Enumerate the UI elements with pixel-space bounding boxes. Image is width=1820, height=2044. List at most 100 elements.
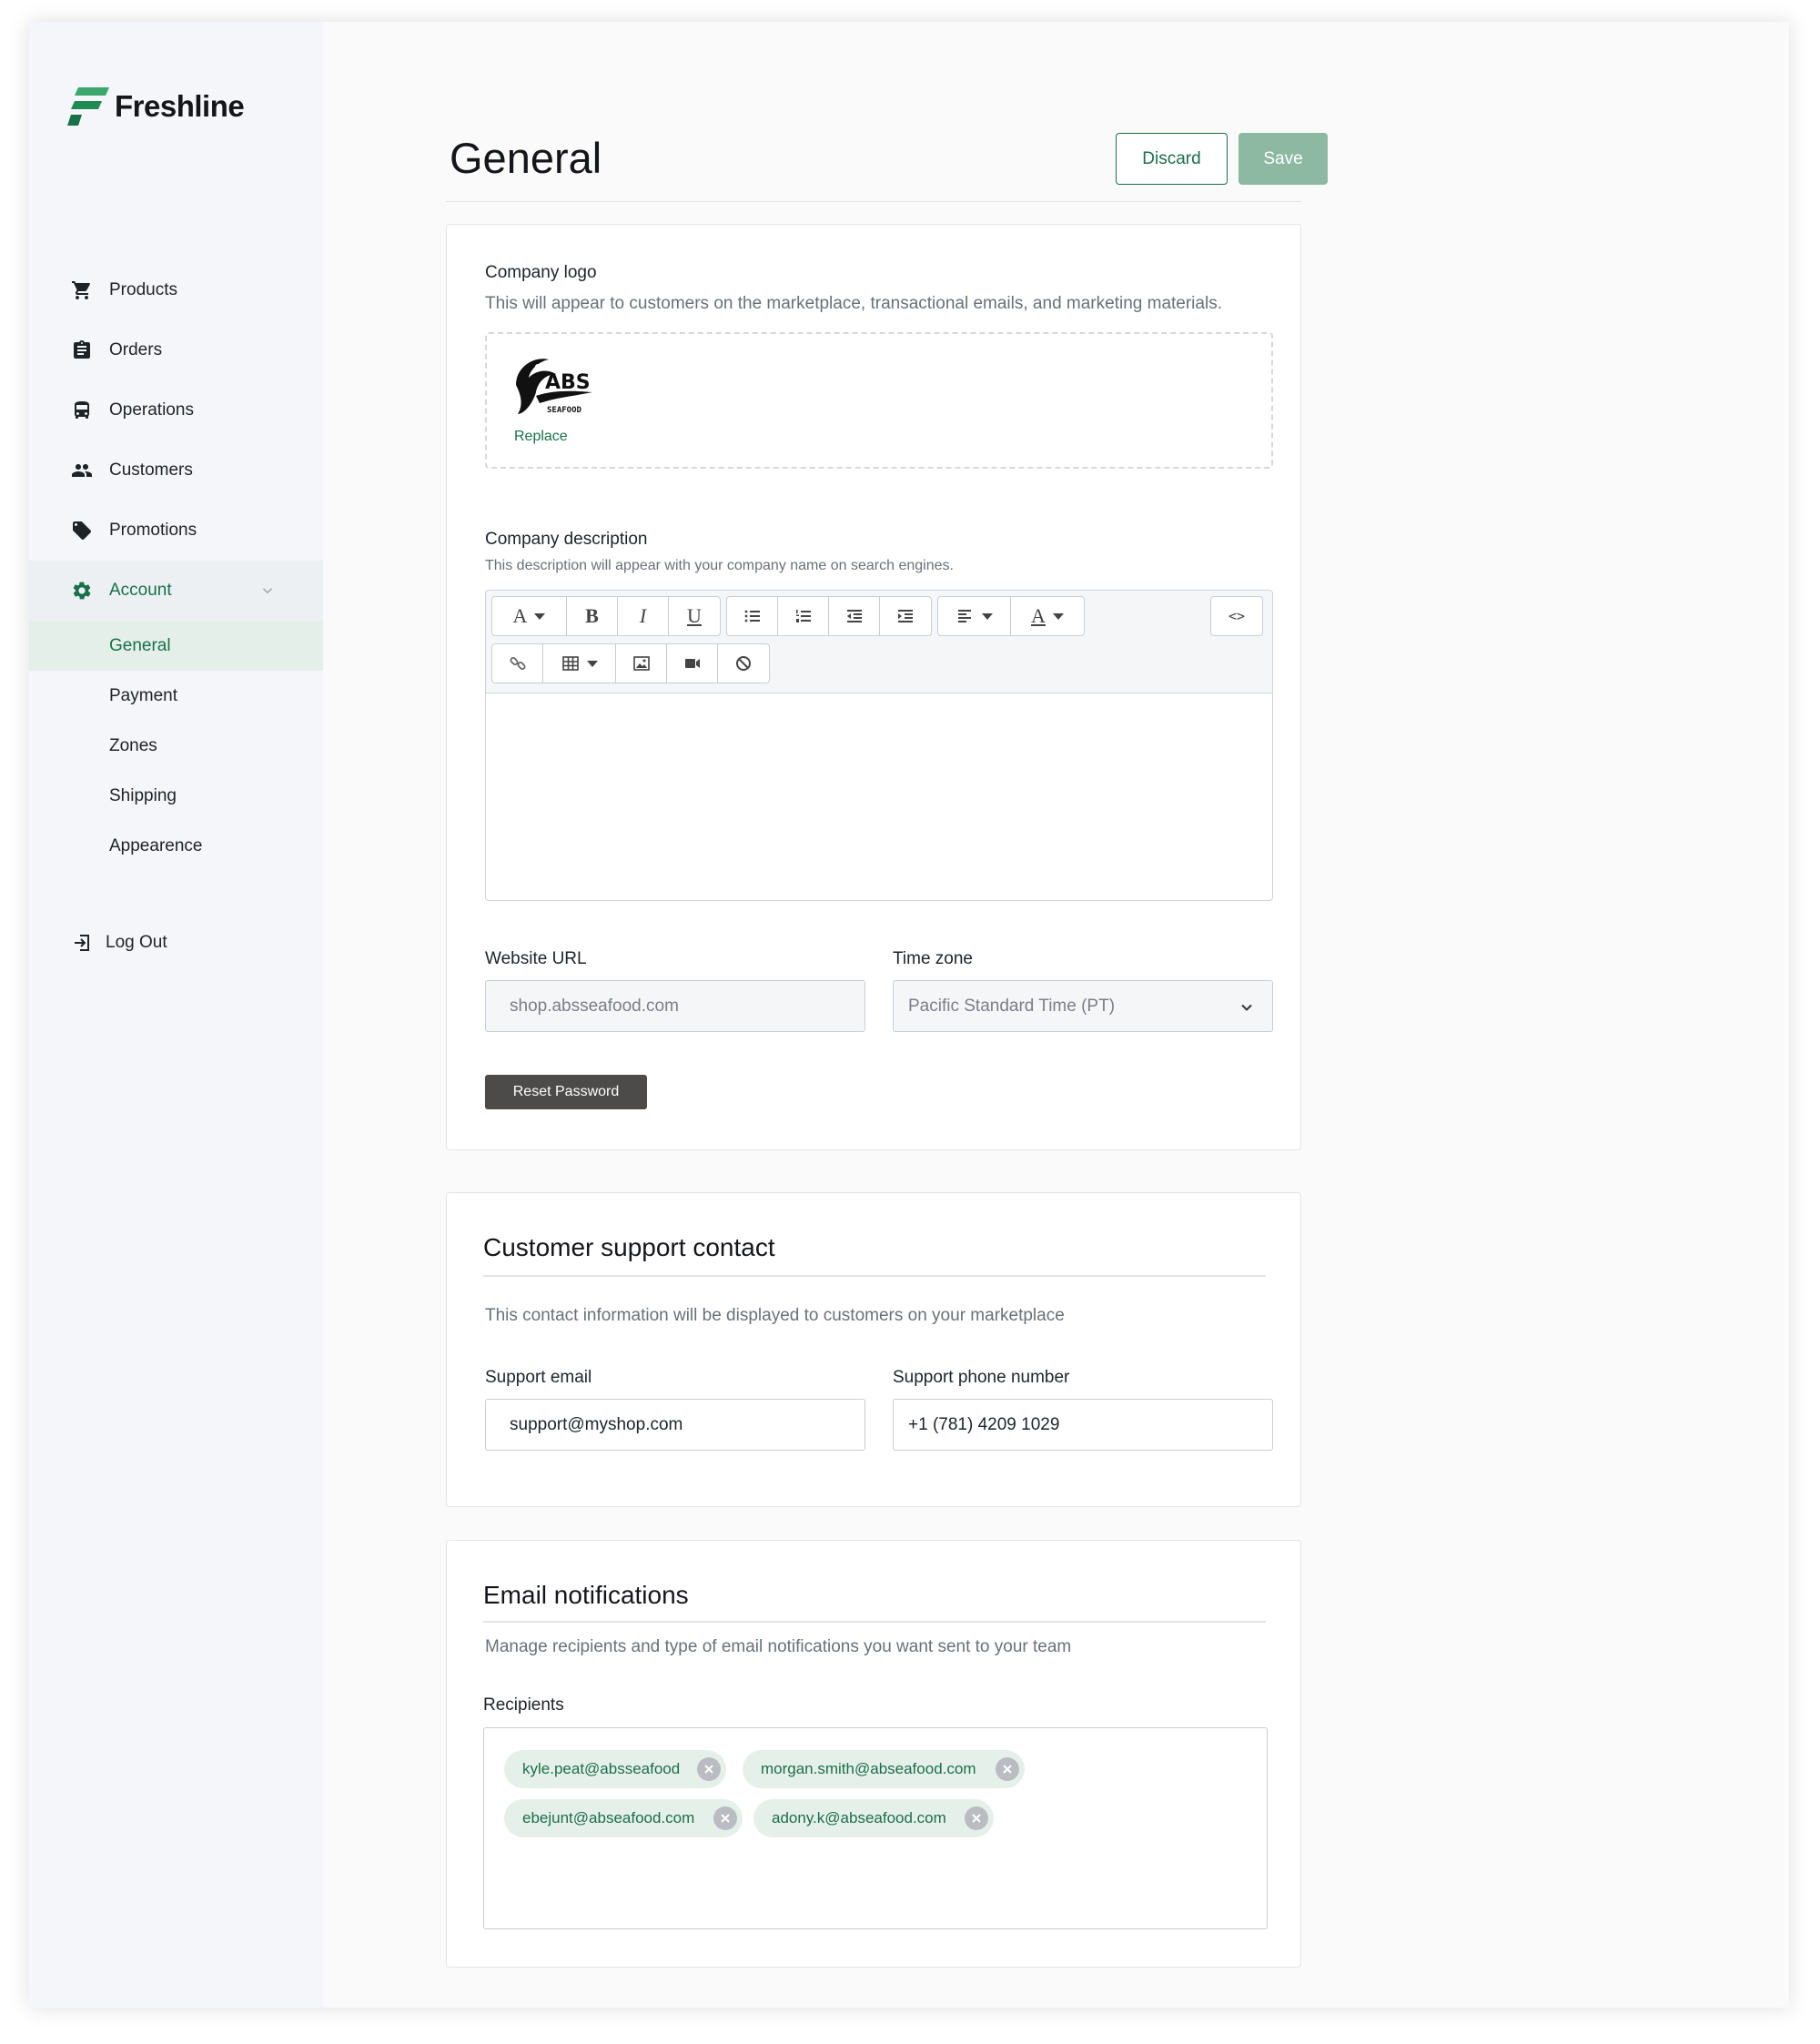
sidebar-subitem-general[interactable]: General (29, 621, 323, 671)
video-button[interactable] (667, 644, 718, 683)
discard-button[interactable]: Discard (1116, 133, 1228, 185)
bus-icon (75, 401, 89, 419)
bold-button[interactable]: B (567, 597, 618, 635)
recipient-email: adony.k@abseafood.com (772, 1809, 946, 1826)
link-icon (510, 657, 525, 670)
logout-label: Log Out (106, 933, 167, 952)
toolbar-group-text: A B I U (491, 596, 721, 636)
reset-password-button[interactable]: Reset Password (485, 1075, 647, 1109)
support-phone-input[interactable]: +1 (781) 4209 1029 (893, 1399, 1273, 1451)
time-zone-label: Time zone (893, 949, 973, 968)
gear-icon (73, 582, 91, 600)
code-view-button[interactable]: <> (1211, 597, 1262, 635)
sidebar-item-account[interactable]: Account (29, 561, 323, 621)
sidebar-nav: Products Orders Operations Customers Pro… (29, 260, 323, 871)
editor-content-area[interactable] (486, 693, 1272, 900)
italic-icon: I (639, 604, 647, 627)
company-description-label: Company description (485, 530, 648, 549)
toolbar-group-format: A (937, 596, 1085, 636)
recipient-chip: ebejunt@abseafood.com (504, 1799, 743, 1837)
recipients-label: Recipients (483, 1695, 564, 1715)
toolbar-group-lists (726, 596, 932, 636)
sidebar-item-promotions[interactable]: Promotions (29, 501, 323, 561)
clear-format-button[interactable] (718, 644, 769, 683)
clear-format-icon (736, 656, 751, 671)
close-icon (1003, 1765, 1012, 1774)
sidebar-item-label: Customers (109, 460, 193, 480)
divider (483, 1621, 1266, 1623)
sidebar: Freshline Products Orders Operations Cus… (29, 22, 323, 2008)
remove-recipient-button[interactable] (713, 1806, 737, 1830)
sidebar-item-operations[interactable]: Operations (29, 380, 323, 440)
underline-icon: U (687, 604, 702, 627)
app-window: Freshline Products Orders Operations Cus… (29, 22, 1789, 2008)
indent-button[interactable] (880, 597, 931, 635)
text-color-button[interactable]: A (1011, 597, 1084, 635)
time-zone-value: Pacific Standard Time (PT) (908, 996, 1116, 1016)
account-submenu: General Payment Zones Shipping Appearenc… (29, 621, 323, 871)
company-description-help: This description will appear with your c… (485, 558, 954, 573)
recipients-input[interactable]: kyle.peat@absseafood morgan.smith@abseaf… (483, 1727, 1268, 1929)
sidebar-item-label: Products (109, 280, 177, 299)
bullet-list-button[interactable] (727, 597, 778, 635)
font-style-button[interactable]: A (492, 597, 567, 635)
close-icon (704, 1765, 713, 1774)
table-icon (561, 656, 579, 671)
recipient-chip: morgan.smith@abseafood.com (743, 1750, 1025, 1788)
close-icon (721, 1814, 730, 1823)
customer-support-help: This contact information will be display… (485, 1306, 1065, 1325)
remove-recipient-button[interactable] (697, 1757, 721, 1781)
svg-text:ABS: ABS (545, 371, 591, 394)
toolbar-group-insert (491, 643, 770, 683)
video-icon (684, 659, 700, 668)
outdent-button[interactable] (829, 597, 880, 635)
sidebar-subitem-payment[interactable]: Payment (29, 671, 323, 721)
logout-icon (75, 935, 89, 951)
bullet-list-icon (744, 610, 760, 622)
sidebar-item-label: Account (109, 581, 172, 600)
chevron-down-icon (1241, 1004, 1252, 1011)
sidebar-item-customers[interactable]: Customers (29, 440, 323, 501)
numbered-list-button[interactable] (778, 597, 829, 635)
brand-logo[interactable]: Freshline (67, 87, 245, 126)
company-logo-image: ABS SEAFOOD (516, 359, 592, 415)
divider (483, 1275, 1266, 1277)
recipient-email: ebejunt@abseafood.com (522, 1809, 695, 1826)
italic-button[interactable]: I (618, 597, 669, 635)
recipient-chip: adony.k@abseafood.com (753, 1799, 994, 1837)
website-url-label: Website URL (485, 949, 587, 968)
support-email-input[interactable]: support@myshop.com (485, 1399, 865, 1451)
logout-button[interactable]: Log Out (71, 932, 167, 954)
remove-recipient-button[interactable] (965, 1806, 988, 1830)
email-notifications-card: Email notifications Manage recipients an… (446, 1540, 1301, 1968)
email-notifications-help: Manage recipients and type of email noti… (485, 1637, 1072, 1656)
customer-support-card: Customer support contact This contact in… (446, 1192, 1301, 1507)
replace-logo-link[interactable]: Replace (514, 429, 568, 445)
general-settings-card: Company logo This will appear to custome… (446, 224, 1301, 1150)
indent-icon (898, 610, 913, 622)
chevron-down-icon (262, 588, 273, 594)
customer-support-title: Customer support contact (483, 1233, 775, 1261)
sidebar-item-products[interactable]: Products (29, 260, 323, 320)
company-logo-label: Company logo (485, 263, 597, 282)
logo-dropzone[interactable]: ABS SEAFOOD Replace (485, 332, 1273, 469)
sidebar-subitem-shipping[interactable]: Shipping (29, 771, 323, 821)
sidebar-item-label: Orders (109, 340, 163, 359)
rich-text-editor: A B I U A <> (485, 590, 1273, 901)
underline-button[interactable]: U (669, 597, 720, 635)
outdent-icon (846, 610, 862, 622)
recipient-email: kyle.peat@absseafood (522, 1760, 681, 1777)
website-url-input[interactable]: shop.absseafood.com (485, 980, 865, 1032)
sidebar-subitem-zones[interactable]: Zones (29, 721, 323, 771)
support-email-label: Support email (485, 1368, 592, 1387)
link-button[interactable] (492, 644, 543, 683)
time-zone-select[interactable]: Pacific Standard Time (PT) (893, 980, 1273, 1032)
image-button[interactable] (616, 644, 667, 683)
brand-name: Freshline (115, 89, 245, 123)
sidebar-subitem-appearence[interactable]: Appearence (29, 821, 323, 871)
table-button[interactable] (543, 644, 616, 683)
remove-recipient-button[interactable] (996, 1757, 1019, 1781)
align-button[interactable] (938, 597, 1011, 635)
sidebar-item-orders[interactable]: Orders (29, 320, 323, 380)
save-button[interactable]: Save (1239, 133, 1328, 185)
